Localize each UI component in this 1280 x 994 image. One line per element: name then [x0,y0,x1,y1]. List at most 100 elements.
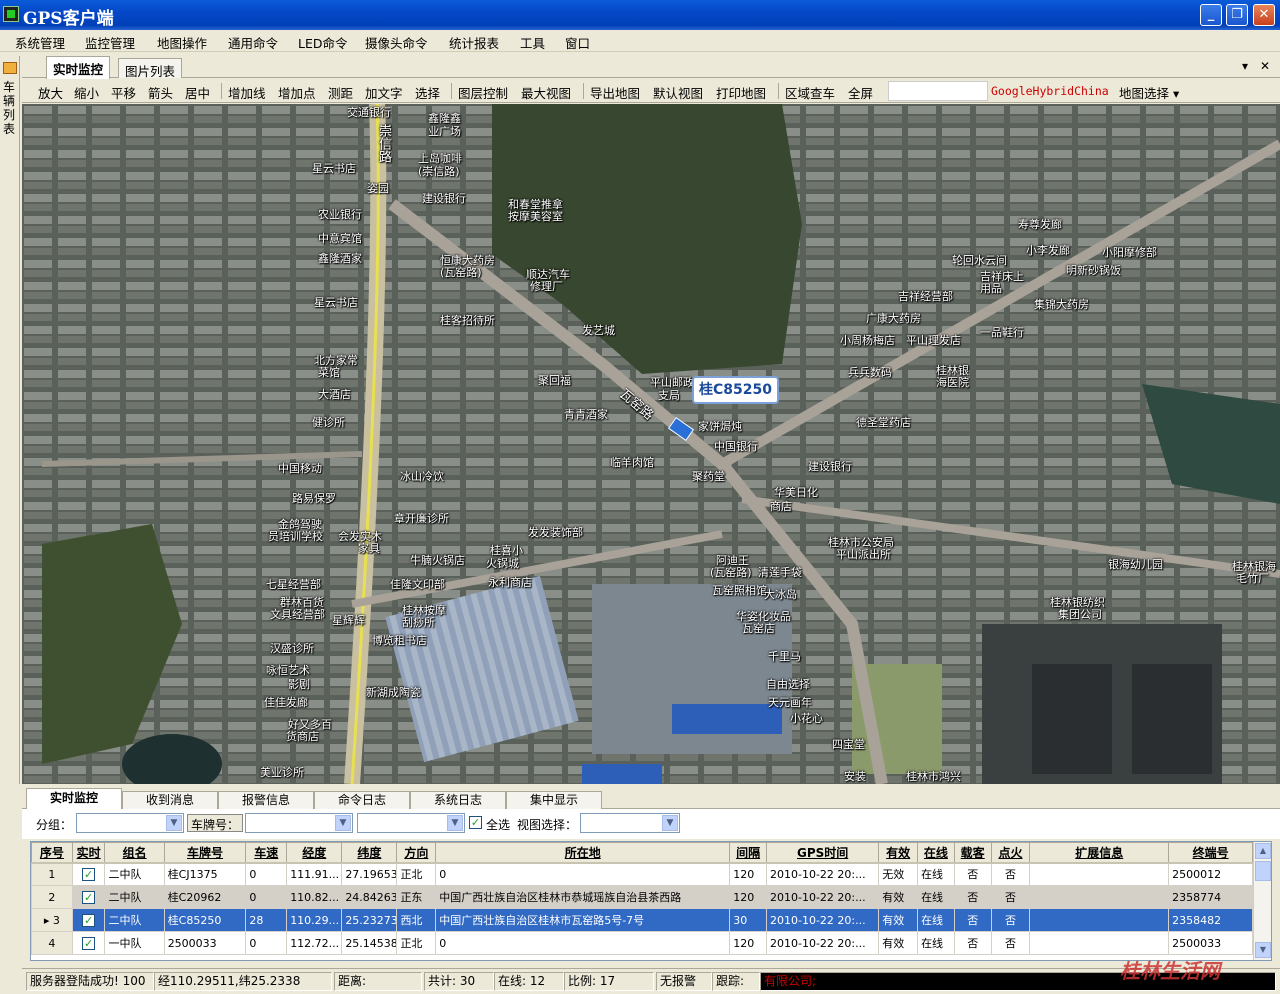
vehicle-list-sidebar[interactable]: 车辆列表 [0,56,20,784]
cell-terminal: 2500033 [1168,931,1253,955]
col-header[interactable]: GPS时间 [765,842,880,864]
realtime-cell[interactable]: ✓ [71,885,106,909]
table-row-selected[interactable]: ▸ 3 ✓ 二中队 桂C85250 28 110.29... 25.23273 … [31,908,1253,932]
group-select[interactable]: ▼ [76,813,184,833]
cell-lng: 111.91... [286,862,343,886]
menu-camera-cmd[interactable]: 摄像头命令 [365,33,428,52]
scroll-up-icon[interactable]: ▲ [1255,843,1271,859]
realtime-checkbox[interactable]: ✓ [82,867,96,881]
tab-realtime[interactable]: 实时监控 [26,788,122,810]
col-header[interactable]: 组名 [104,842,165,864]
export-map-button[interactable]: 导出地图 [590,83,640,102]
view-select[interactable]: ▼ [580,813,680,833]
tab-central-display[interactable]: 集中显示 [506,791,602,809]
col-header[interactable]: 间隔 [729,842,767,864]
fullscreen-button[interactable]: 全屏 [848,83,873,102]
menu-system[interactable]: 系统管理 [15,33,65,52]
realtime-cell[interactable]: ✓ [71,862,106,886]
chevron-down-icon[interactable]: ▼ [335,815,351,831]
menu-map-ops[interactable]: 地图操作 [157,33,207,52]
col-header[interactable]: 扩展信息 [1029,842,1170,864]
realtime-cell[interactable]: ✓ [71,931,106,955]
table-row[interactable]: 2 ✓ 二中队 桂C20962 0 110.82... 24.84263 正东 … [31,885,1253,909]
pan-button[interactable]: 平移 [111,83,136,102]
tab-received-msgs[interactable]: 收到消息 [122,791,218,809]
col-header[interactable]: 方向 [396,842,437,864]
map-label: 平山派出所 [836,548,891,561]
grid-scrollbar[interactable]: ▲ ▼ [1253,842,1271,960]
map-label: (瓦窑路) [710,566,752,579]
maximize-button[interactable]: ❐ [1226,4,1248,26]
close-button[interactable]: ✕ [1253,4,1275,26]
add-text-button[interactable]: 加文字 [365,83,403,102]
vehicle-label[interactable]: 桂C85250 [692,376,779,404]
col-header[interactable]: 终端号 [1168,842,1253,864]
col-header[interactable]: 所在地 [435,842,731,864]
select-all-checkbox[interactable]: ✓ [469,816,482,829]
realtime-checkbox[interactable]: ✓ [82,890,96,904]
scroll-thumb[interactable] [1255,861,1271,881]
chevron-down-icon[interactable]: ▼ [166,815,182,831]
map-label: 集锦大药房 [1034,298,1089,311]
menu-common-cmd[interactable]: 通用命令 [228,33,278,52]
view-select-label: 视图选择： [517,818,578,832]
realtime-checkbox[interactable]: ✓ [82,913,96,927]
tab-dropdown-icon[interactable]: ▾ [1242,59,1248,73]
tab-alarms[interactable]: 报警信息 [218,791,314,809]
table-row[interactable]: 1 ✓ 二中队 桂CJ1375 0 111.91... 27.19653 正北 … [31,862,1253,886]
zoom-in-button[interactable]: 放大 [38,83,63,102]
extra-select[interactable]: ▼ [357,813,465,833]
col-header[interactable]: 序号 [31,842,73,864]
menu-reports[interactable]: 统计报表 [449,33,499,52]
menu-monitor[interactable]: 监控管理 [85,33,135,52]
tab-close-icon[interactable]: ✕ [1260,59,1270,73]
add-point-button[interactable]: 增加点 [278,83,316,102]
col-header[interactable]: 车牌号 [163,842,247,864]
menu-window[interactable]: 窗口 [565,33,590,52]
window-title: GPS客户端 [23,9,114,29]
table-row[interactable]: 4 ✓ 一中队 2500033 0 112.72... 25.14538 正北 … [31,931,1253,955]
menu-tools[interactable]: 工具 [520,33,545,52]
cell-lng: 110.82... [286,885,343,909]
col-header[interactable]: 实时 [71,842,106,864]
tab-system-log[interactable]: 系统日志 [410,791,506,809]
col-header[interactable]: 纬度 [341,842,398,864]
distance-status: 距离: [334,972,422,991]
tab-image-list[interactable]: 图片列表 [118,58,183,79]
col-header[interactable]: 点火 [990,842,1031,864]
col-header[interactable]: 车速 [245,842,288,864]
arrow-button[interactable]: 箭头 [148,83,173,102]
scroll-down-icon[interactable]: ▼ [1255,942,1271,958]
realtime-checkbox[interactable]: ✓ [82,936,96,950]
tab-realtime-monitor[interactable]: 实时监控 [46,56,111,79]
map-label: 桂林市鸿兴 [906,770,961,783]
layer-control-button[interactable]: 图层控制 [458,83,508,102]
default-view-button[interactable]: 默认视图 [653,83,703,102]
plate-select[interactable]: ▼ [245,813,353,833]
col-header[interactable]: 在线 [917,842,955,864]
realtime-cell[interactable]: ✓ [71,908,106,932]
chevron-down-icon[interactable]: ▼ [447,815,463,831]
col-header[interactable]: 载客 [953,842,992,864]
minimize-button[interactable]: _ [1200,4,1222,26]
map-view[interactable]: 交通银行 鑫隆鑫 业广场 崇信路 上岛咖啡 (崇信路) 星云书店 姿园 建设银行… [22,104,1280,784]
max-view-button[interactable]: 最大视图 [521,83,571,102]
tab-command-log[interactable]: 命令日志 [314,791,410,809]
map-label: 发发装饰部 [528,526,583,539]
center-button[interactable]: 居中 [185,83,210,102]
toolbar-search-input[interactable] [888,81,988,101]
chevron-down-icon[interactable]: ▼ [662,815,678,831]
map-label: 美业诊所 [260,766,304,779]
print-map-button[interactable]: 打印地图 [716,83,766,102]
measure-button[interactable]: 测距 [328,83,353,102]
select-button[interactable]: 选择 [415,83,440,102]
col-header[interactable]: 有效 [878,842,919,864]
cell-ext [1029,908,1170,932]
map-label: 桂客招待所 [440,314,495,327]
col-header[interactable]: 经度 [286,842,343,864]
add-line-button[interactable]: 增加线 [228,83,266,102]
map-select-dropdown[interactable]: 地图选择 ▾ [1119,83,1179,102]
zoom-out-button[interactable]: 缩小 [74,83,99,102]
area-search-button[interactable]: 区域查车 [785,83,835,102]
menu-led-cmd[interactable]: LED命令 [298,33,348,52]
